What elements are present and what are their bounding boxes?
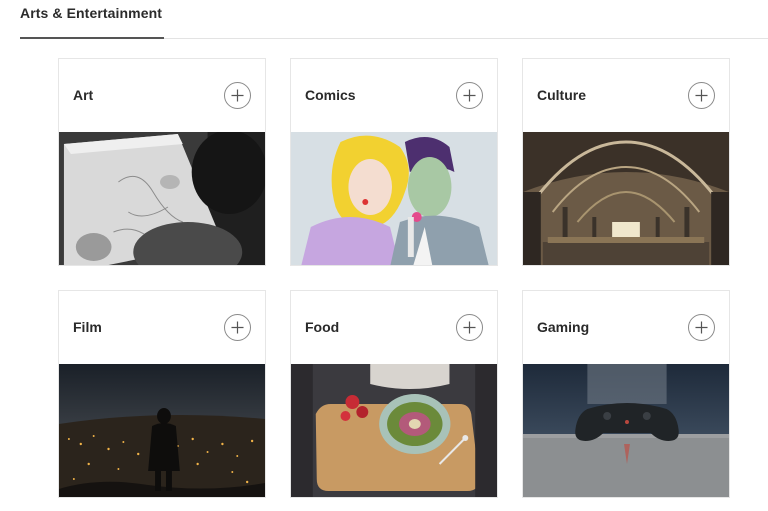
topic-card-culture[interactable]: Culture bbox=[522, 58, 730, 266]
card-title: Food bbox=[305, 319, 340, 335]
card-image-gaming bbox=[523, 364, 729, 497]
plus-icon bbox=[695, 89, 708, 102]
card-header: Film bbox=[59, 291, 265, 364]
card-header: Food bbox=[291, 291, 497, 364]
card-image-food bbox=[291, 364, 497, 497]
card-title: Gaming bbox=[537, 319, 590, 335]
card-header: Comics bbox=[291, 59, 497, 132]
card-image-film bbox=[59, 364, 265, 497]
follow-button[interactable] bbox=[456, 314, 483, 341]
plus-icon bbox=[695, 321, 708, 334]
topic-card-comics[interactable]: Comics bbox=[290, 58, 498, 266]
follow-button[interactable] bbox=[688, 82, 715, 109]
card-title: Comics bbox=[305, 87, 356, 103]
section-underline bbox=[20, 37, 164, 39]
topic-card-food[interactable]: Food bbox=[290, 290, 498, 498]
card-title: Culture bbox=[537, 87, 586, 103]
card-image-art bbox=[59, 132, 265, 265]
card-title: Film bbox=[73, 319, 102, 335]
plus-icon bbox=[231, 89, 244, 102]
follow-button[interactable] bbox=[224, 82, 251, 109]
card-header: Culture bbox=[523, 59, 729, 132]
plus-icon bbox=[463, 89, 476, 102]
card-image-comics bbox=[291, 132, 497, 265]
card-header: Art bbox=[59, 59, 265, 132]
section-title: Arts & Entertainment bbox=[20, 5, 163, 21]
follow-button[interactable] bbox=[688, 314, 715, 341]
section-header: Arts & Entertainment bbox=[0, 0, 768, 40]
topic-grid: Art Comics Culture Film Food Gaming bbox=[58, 58, 732, 498]
topic-card-art[interactable]: Art bbox=[58, 58, 266, 266]
topic-card-film[interactable]: Film bbox=[58, 290, 266, 498]
topic-card-gaming[interactable]: Gaming bbox=[522, 290, 730, 498]
card-title: Art bbox=[73, 87, 94, 103]
follow-button[interactable] bbox=[224, 314, 251, 341]
plus-icon bbox=[463, 321, 476, 334]
card-image-culture bbox=[523, 132, 729, 265]
follow-button[interactable] bbox=[456, 82, 483, 109]
plus-icon bbox=[231, 321, 244, 334]
card-header: Gaming bbox=[523, 291, 729, 364]
